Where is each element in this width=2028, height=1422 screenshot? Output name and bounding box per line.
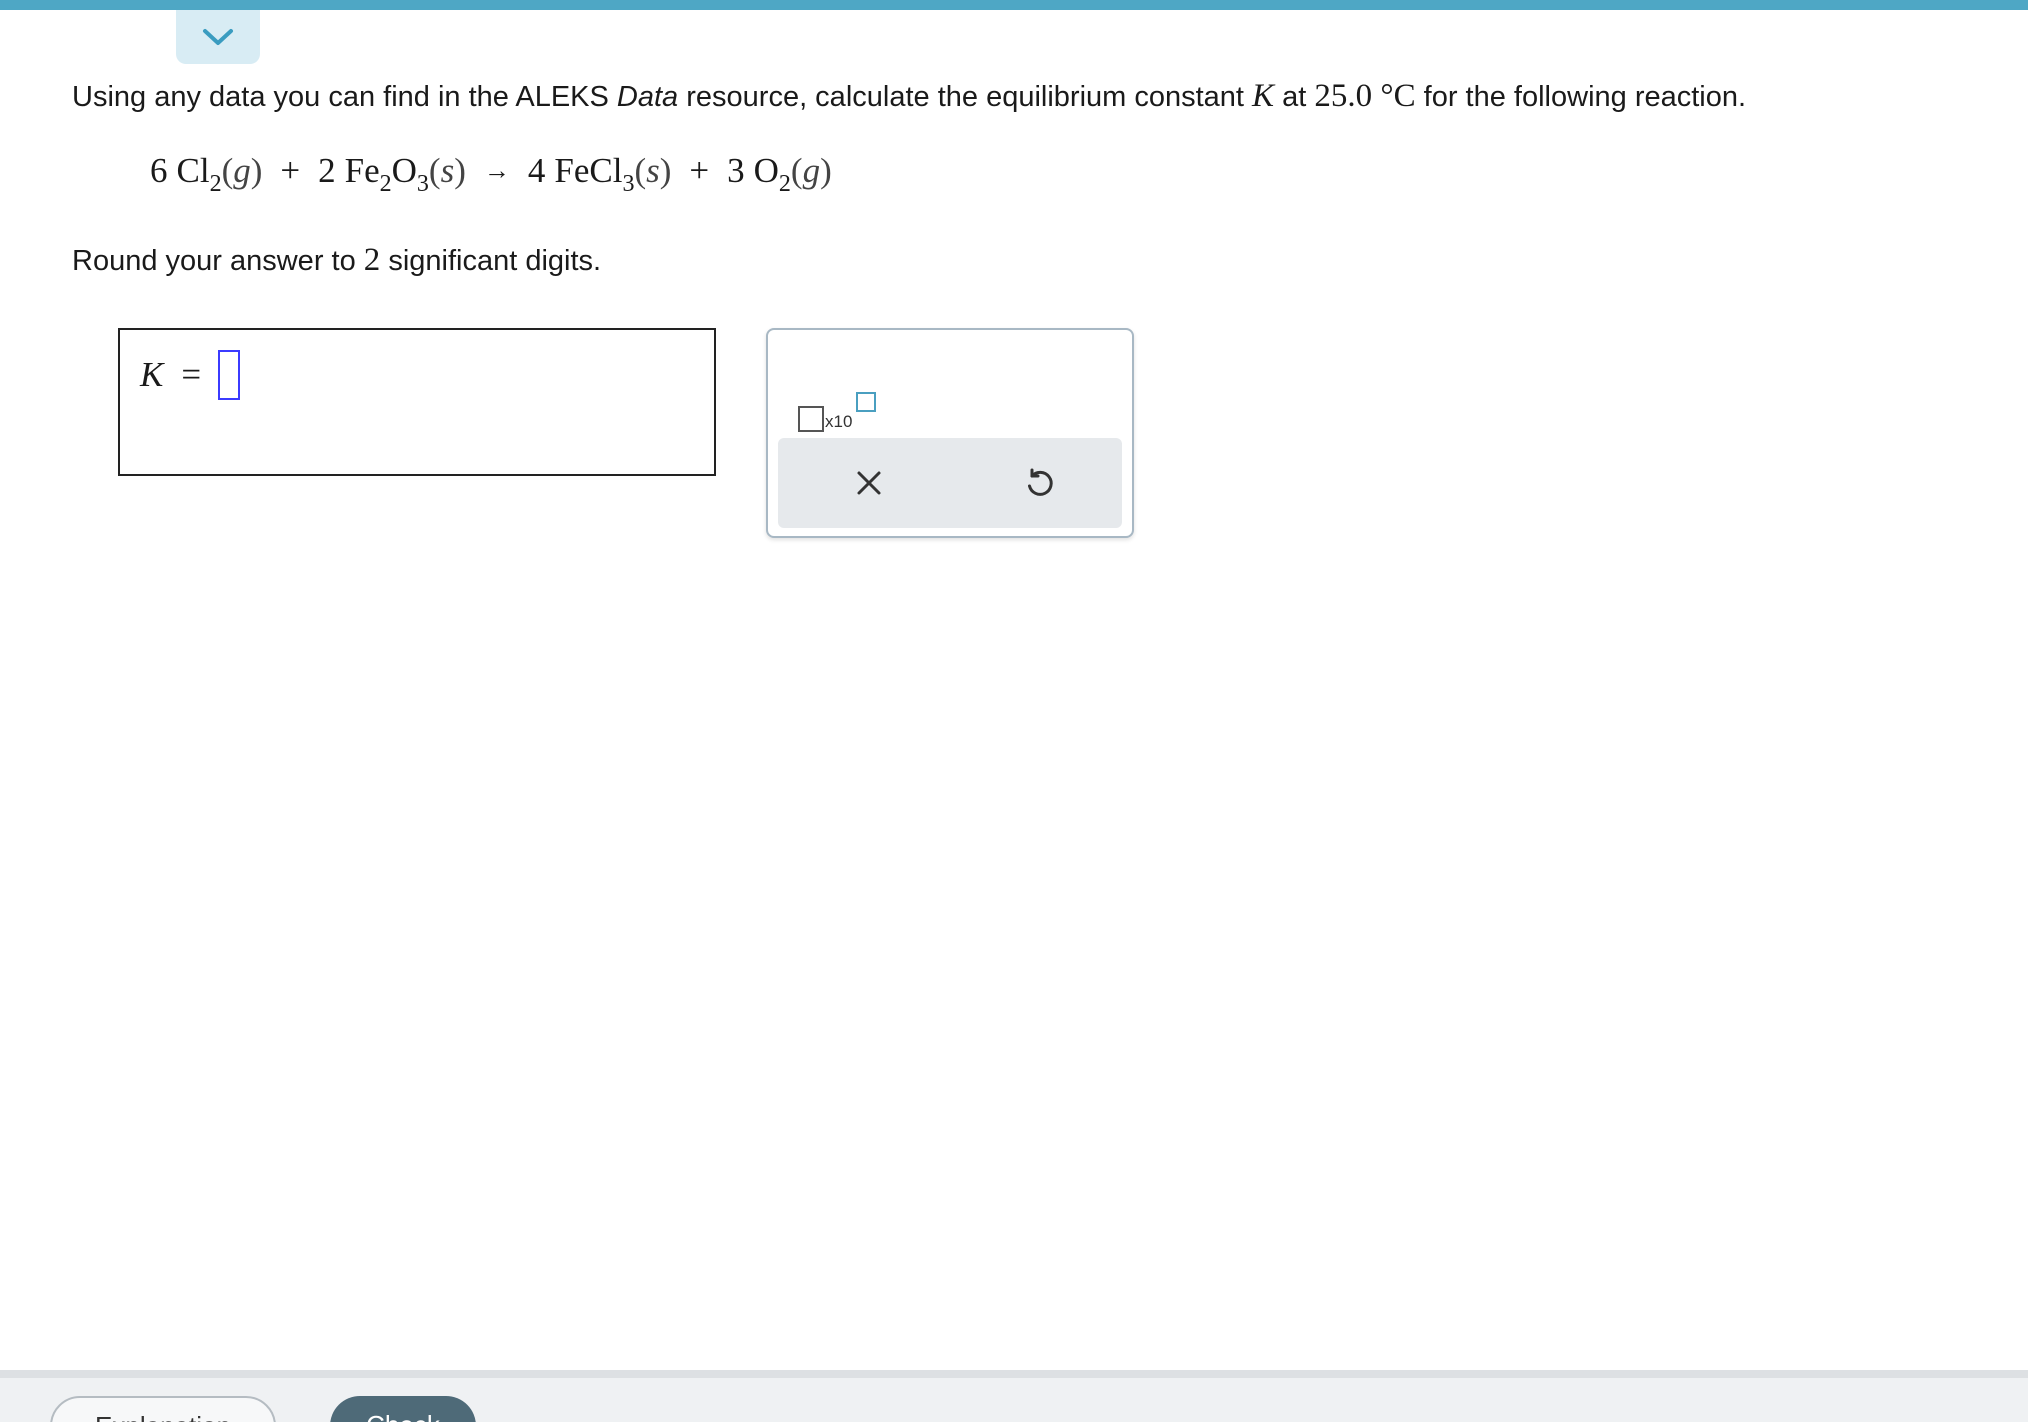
prompt-text-pre: Using any data you can find in the ALEKS [72, 81, 617, 113]
reactant-2-state: (s) [428, 151, 466, 190]
check-button[interactable]: Check [330, 1396, 476, 1422]
reactant-2-element-1: Fe [344, 151, 380, 190]
reactant-2-element-2: O [391, 151, 417, 190]
prompt-text-mid: resource, calculate the equilibrium cons… [678, 81, 1253, 113]
product-2-formula: O [753, 151, 779, 190]
reactant-1-subscript: 2 [209, 171, 222, 197]
x10-label: x10 [825, 412, 853, 431]
plus-sign: + [280, 151, 301, 190]
product-1-coefficient: 4 [527, 151, 546, 190]
tool-actions-bar [778, 438, 1122, 528]
significant-digits-count: 2 [363, 242, 381, 278]
product-2-state-letter: g [802, 151, 821, 190]
scientific-notation-button[interactable]: x10 [798, 360, 878, 432]
question-prompt: Using any data you can find in the ALEKS… [72, 76, 1746, 117]
reactant-1-formula: Cl [176, 151, 210, 190]
reactant-1-state: (g) [221, 151, 263, 190]
exponent-box-icon [856, 392, 876, 412]
clear-button[interactable] [848, 462, 890, 504]
plus-sign-2: + [689, 151, 710, 190]
product-2-subscript: 2 [778, 171, 791, 197]
undo-button[interactable] [1018, 462, 1060, 504]
product-1-state-letter: s [646, 151, 660, 190]
product-2-state: (g) [790, 151, 832, 190]
mantissa-box-icon [798, 406, 824, 432]
product-1: 4 FeCl3(s) [528, 146, 672, 196]
round-text-pre: Round your answer to [72, 245, 364, 277]
undo-icon [1028, 468, 1053, 496]
prompt-text-at: at [1274, 81, 1315, 113]
math-tool-palette: x10 [766, 328, 1134, 538]
collapse-toggle-button[interactable] [176, 10, 260, 64]
chevron-down-icon [203, 29, 233, 45]
answer-label: K = [140, 352, 201, 398]
reaction-arrow: → [483, 156, 510, 185]
rounding-instruction: Round your answer to 2 significant digit… [72, 240, 601, 281]
footer-bar: Explanation Check [0, 1378, 2028, 1422]
close-icon [857, 471, 881, 495]
product-2: 3 O2(g) [727, 146, 832, 196]
answer-input-field[interactable] [218, 350, 240, 400]
reactant-2-subscript-2: 3 [416, 171, 429, 197]
chemical-equation: 6 Cl2(g) + 2 Fe2O3(s) → 4 FeCl3(s) + 3 O2(g) [150, 146, 832, 199]
reactant-2-subscript-1: 2 [379, 171, 392, 197]
top-accent-bar [0, 0, 2028, 10]
temperature-value: 25.0 °C [1314, 78, 1416, 114]
reactant-2-coefficient: 2 [318, 151, 336, 190]
explanation-button[interactable]: Explanation [50, 1396, 276, 1422]
page: Using any data you can find in the ALEKS… [0, 0, 2028, 1422]
footer-divider [0, 1370, 2028, 1378]
product-1-formula: FeCl [554, 151, 623, 190]
reactant-2-state-letter: s [440, 151, 455, 190]
data-resource-word: Data [616, 81, 679, 113]
prompt-text-post: for the following reaction. [1415, 81, 1747, 113]
reactant-1: 6 Cl2(g) [150, 146, 262, 196]
product-1-subscript: 3 [622, 171, 635, 197]
reactant-1-state-letter: g [233, 151, 251, 190]
answer-variable: K [140, 355, 164, 394]
product-2-coefficient: 3 [727, 151, 745, 190]
reactant-2: 2 Fe2O3(s) [318, 146, 466, 196]
equals-sign: = [181, 355, 202, 394]
equilibrium-constant-symbol: K [1252, 78, 1275, 114]
reactant-1-coefficient: 6 [150, 151, 168, 190]
round-text-post: significant digits. [380, 245, 602, 277]
answer-area: K = [118, 328, 716, 476]
product-1-state: (s) [634, 151, 672, 190]
